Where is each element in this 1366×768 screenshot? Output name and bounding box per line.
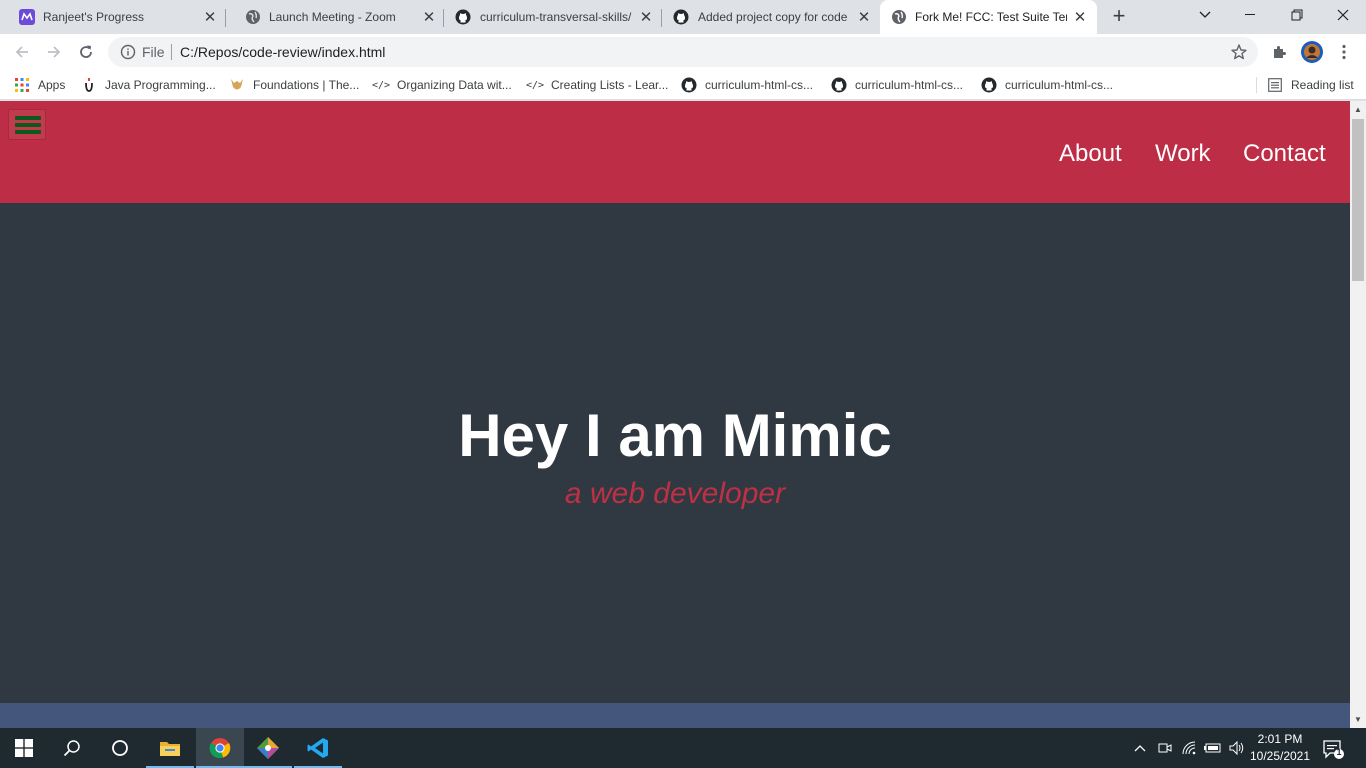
back-arrow-icon[interactable] bbox=[10, 40, 34, 64]
nav-link-work[interactable]: Work bbox=[1155, 140, 1211, 168]
restore-icon[interactable] bbox=[1274, 0, 1320, 30]
bookmark-organizing-data[interactable]: </> Organizing Data wit... bbox=[371, 76, 512, 94]
java-icon bbox=[81, 77, 97, 93]
bookmark-star-icon[interactable] bbox=[1230, 43, 1248, 61]
bookmark-creating-lists[interactable]: </> Creating Lists - Lear... bbox=[525, 76, 669, 94]
tab-ranjeets-progress[interactable]: Ranjeet's Progress ✕ bbox=[0, 0, 226, 34]
tab-title: curriculum-transversal-skills/ bbox=[480, 10, 632, 24]
github-icon bbox=[455, 9, 471, 25]
globe-icon bbox=[891, 9, 907, 25]
tab-title: Fork Me! FCC: Test Suite Tem bbox=[915, 10, 1067, 24]
scheme-label: File bbox=[142, 44, 165, 60]
reading-list-icon bbox=[1267, 77, 1283, 93]
tab-close-icon[interactable]: ✕ bbox=[638, 9, 654, 26]
action-center-icon[interactable]: 1 bbox=[1322, 738, 1346, 760]
meet-now-icon[interactable] bbox=[1156, 738, 1174, 758]
bookmark-java-programming[interactable]: Java Programming... bbox=[81, 76, 216, 94]
bookmark-label: curriculum-html-cs... bbox=[1005, 78, 1114, 92]
site-info-icon[interactable] bbox=[120, 44, 136, 60]
bookmark-curriculum-html-2[interactable]: curriculum-html-cs... bbox=[831, 76, 963, 94]
notification-count-badge: 1 bbox=[1336, 747, 1342, 757]
github-icon bbox=[831, 77, 847, 93]
chrome-icon[interactable] bbox=[196, 728, 244, 768]
nav-link-about[interactable]: About bbox=[1059, 140, 1122, 168]
nav-link-contact[interactable]: Contact bbox=[1243, 140, 1326, 168]
file-explorer-icon[interactable] bbox=[146, 728, 194, 768]
battery-icon[interactable] bbox=[1204, 738, 1222, 758]
clock-time: 2:01 PM bbox=[1257, 732, 1303, 746]
bookmarks-bar: Apps Java Programming... Foundations | T… bbox=[0, 70, 1366, 100]
github-icon bbox=[681, 77, 697, 93]
projects-section-edge bbox=[0, 703, 1350, 728]
show-hidden-icons-chevron-icon[interactable] bbox=[1131, 738, 1149, 758]
hero-title: Hey I am Mimic bbox=[458, 402, 892, 469]
tab-strip: Ranjeet's Progress ✕ Launch Meeting - Zo… bbox=[0, 0, 1366, 34]
bookmark-label: Java Programming... bbox=[105, 78, 216, 92]
github-icon bbox=[981, 77, 997, 93]
bookmark-apps[interactable]: Apps bbox=[14, 76, 65, 94]
bookmark-curriculum-html-1[interactable]: curriculum-html-cs... bbox=[681, 76, 813, 94]
bookmarks-divider bbox=[1256, 77, 1257, 93]
forward-arrow-icon[interactable] bbox=[42, 40, 66, 64]
tab-curriculum-transversal[interactable]: curriculum-transversal-skills/ ✕ bbox=[444, 0, 662, 34]
tab-close-icon[interactable]: ✕ bbox=[421, 9, 437, 26]
wifi-icon[interactable] bbox=[1181, 738, 1199, 758]
extensions-puzzle-icon[interactable] bbox=[1267, 40, 1291, 64]
minimize-icon[interactable] bbox=[1228, 0, 1274, 30]
bookmark-label: Foundations | The... bbox=[253, 78, 360, 92]
tab-search-chevron-icon[interactable] bbox=[1182, 0, 1228, 30]
github-icon bbox=[673, 9, 689, 25]
omnibox-divider bbox=[171, 44, 172, 60]
bookmark-curriculum-html-3[interactable]: curriculum-html-cs... bbox=[981, 76, 1113, 94]
scroll-up-arrow-icon[interactable]: ▲ bbox=[1350, 101, 1366, 118]
apps-grid-icon bbox=[14, 77, 30, 93]
url-text[interactable]: C:/Repos/code-review/index.html bbox=[180, 45, 385, 59]
bookmark-label: Creating Lists - Lear... bbox=[551, 78, 669, 92]
tab-close-icon[interactable]: ✕ bbox=[856, 9, 872, 26]
scroll-down-arrow-icon[interactable]: ▼ bbox=[1350, 711, 1366, 728]
tab-title: Launch Meeting - Zoom bbox=[269, 10, 396, 24]
reload-icon[interactable] bbox=[74, 40, 98, 64]
odin-icon bbox=[229, 77, 245, 93]
bookmark-label: curriculum-html-cs... bbox=[705, 78, 814, 92]
globe-icon bbox=[245, 9, 261, 25]
page-scrollbar[interactable]: ▲ ▼ bbox=[1350, 101, 1366, 728]
bookmark-label: Organizing Data wit... bbox=[397, 78, 512, 92]
reading-list-label: Reading list bbox=[1291, 78, 1354, 92]
code-brackets-icon: </> bbox=[525, 79, 545, 91]
tab-launch-meeting-zoom[interactable]: Launch Meeting - Zoom ✕ bbox=[226, 0, 444, 34]
profile-avatar[interactable] bbox=[1300, 40, 1324, 64]
browser-toolbar: File C:/Repos/code-review/index.html bbox=[0, 34, 1366, 70]
reading-list-button[interactable]: Reading list bbox=[1267, 76, 1354, 94]
windows-taskbar: 2:01 PM 10/25/2021 1 bbox=[0, 728, 1366, 768]
bookmark-label: Apps bbox=[38, 78, 66, 92]
tab-title: Added project copy for code bbox=[698, 10, 848, 24]
taskbar-clock[interactable]: 2:01 PM 10/25/2021 bbox=[1244, 731, 1316, 765]
tab-close-icon[interactable]: ✕ bbox=[1072, 9, 1088, 26]
clock-date: 10/25/2021 bbox=[1249, 749, 1311, 763]
page-viewport: About Work Contact Hey I am Mimic a web … bbox=[0, 101, 1366, 728]
chrome-menu-icon[interactable] bbox=[1332, 40, 1356, 64]
windows-start-icon[interactable] bbox=[0, 728, 48, 768]
vscode-icon[interactable] bbox=[294, 728, 342, 768]
address-bar[interactable]: File C:/Repos/code-review/index.html bbox=[108, 37, 1258, 67]
hamburger-menu-icon[interactable] bbox=[8, 109, 46, 140]
bookmark-label: curriculum-html-cs... bbox=[855, 78, 964, 92]
hero-subtitle: a web developer bbox=[564, 477, 786, 510]
scroll-thumb[interactable] bbox=[1352, 119, 1364, 281]
tab-fork-me-active[interactable]: Fork Me! FCC: Test Suite Tem ✕ bbox=[880, 0, 1097, 34]
tab-added-project-copy[interactable]: Added project copy for code ✕ bbox=[662, 0, 880, 34]
git-icon[interactable] bbox=[244, 728, 292, 768]
tab-title: Ranjeet's Progress bbox=[43, 10, 145, 24]
cortana-icon[interactable] bbox=[96, 728, 144, 768]
mimo-icon bbox=[19, 9, 35, 25]
tab-close-icon[interactable]: ✕ bbox=[202, 9, 218, 26]
new-tab-plus-icon[interactable]: + bbox=[1108, 5, 1130, 28]
bookmark-foundations[interactable]: Foundations | The... bbox=[229, 76, 359, 94]
search-icon[interactable] bbox=[48, 728, 96, 768]
window-close-icon[interactable] bbox=[1320, 0, 1366, 30]
code-brackets-icon: </> bbox=[371, 79, 391, 91]
welcome-section: Hey I am Mimic a web developer bbox=[0, 203, 1350, 703]
site-navbar: About Work Contact bbox=[0, 101, 1350, 203]
